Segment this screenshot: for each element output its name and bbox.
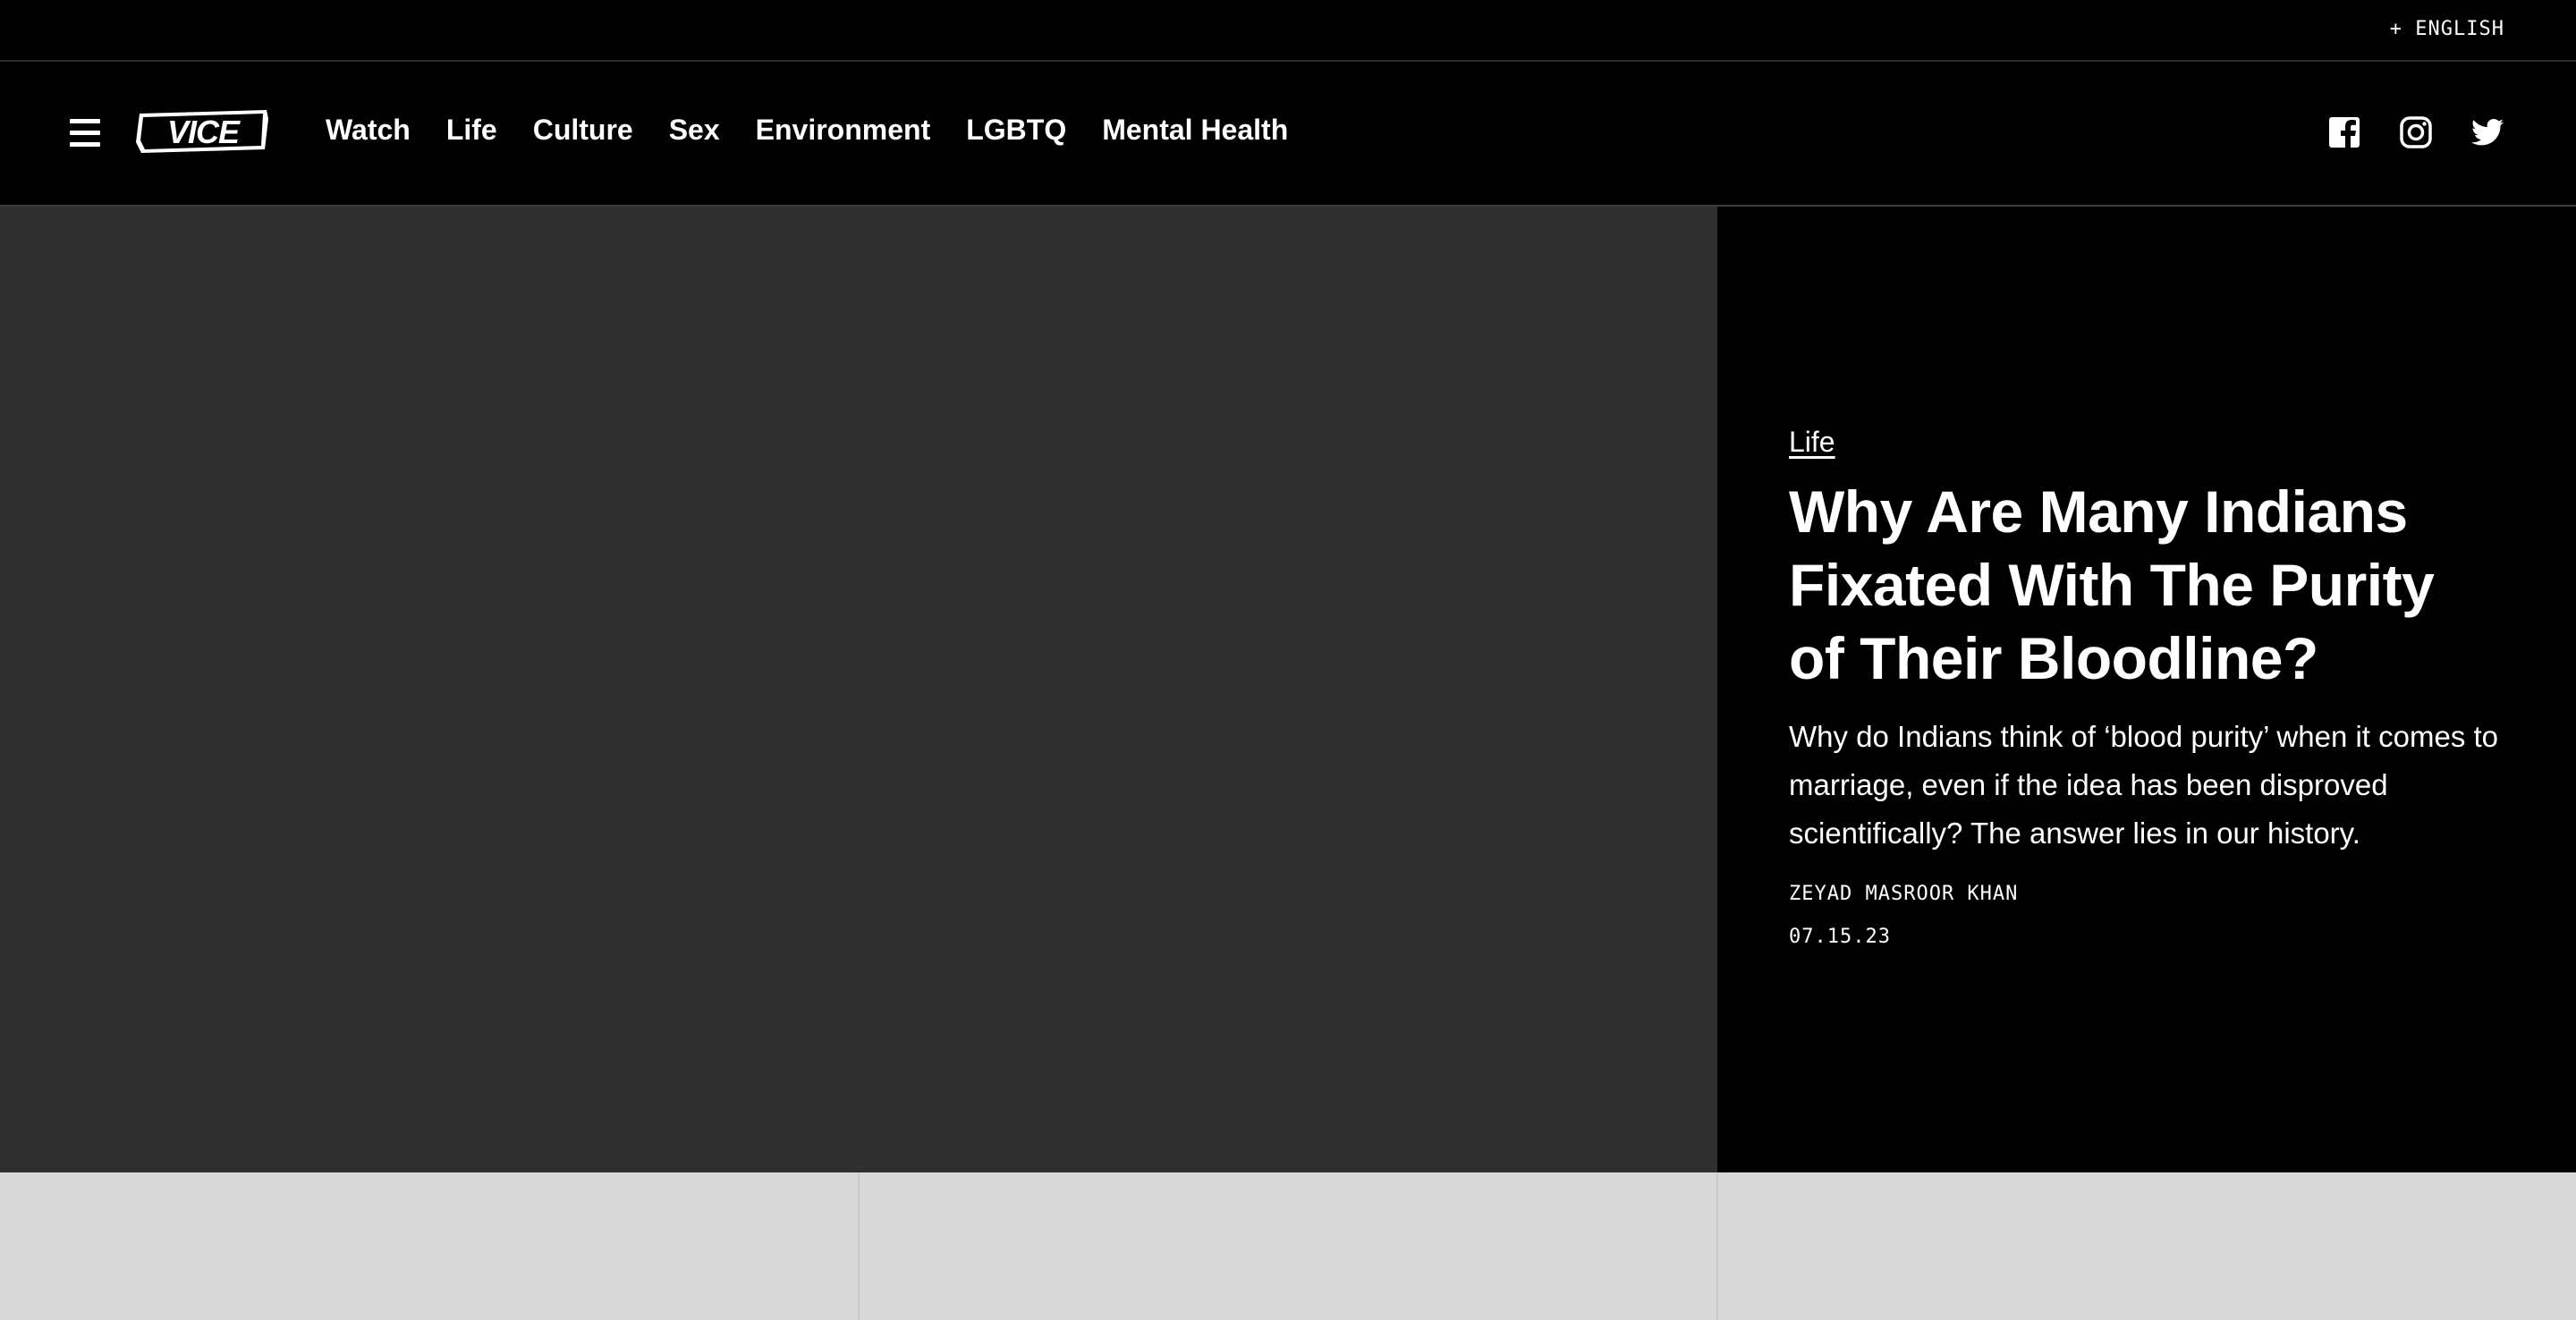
article-headline[interactable]: Why Are Many Indians Fixated With The Pu… xyxy=(1789,475,2504,695)
twitter-icon[interactable] xyxy=(2470,115,2504,149)
nav-item-watch[interactable]: Watch xyxy=(326,112,411,148)
hero-text-panel: Life Why Are Many Indians Fixated With T… xyxy=(1717,207,2576,1172)
article-card-row xyxy=(0,1172,2576,1320)
nav-item-culture[interactable]: Culture xyxy=(533,112,633,148)
facebook-icon[interactable] xyxy=(2327,115,2361,149)
language-bar: + ENGLISH xyxy=(0,0,2576,62)
nav-item-lgbtq[interactable]: LGBTQ xyxy=(966,112,1066,148)
article-card-image[interactable] xyxy=(859,1172,1719,1320)
svg-text:VICE: VICE xyxy=(167,114,241,150)
language-selector[interactable]: + ENGLISH xyxy=(2390,18,2504,40)
hamburger-menu-icon[interactable] xyxy=(70,119,100,148)
article-category-link[interactable]: Life xyxy=(1789,426,1835,459)
nav-item-sex[interactable]: Sex xyxy=(669,112,720,148)
article-card-image[interactable] xyxy=(0,1172,860,1320)
instagram-icon[interactable] xyxy=(2399,115,2433,149)
vice-logo[interactable]: VICE xyxy=(134,106,272,157)
hero-image[interactable] xyxy=(0,207,1717,1172)
nav-item-life[interactable]: Life xyxy=(446,112,497,148)
nav-item-mental-health[interactable]: Mental Health xyxy=(1102,112,1288,148)
article-dek: Why do Indians think of ‘blood purity’ w… xyxy=(1789,720,2499,850)
article-date: 07.15.23 xyxy=(1789,926,1891,948)
article-author[interactable]: ZEYAD MASROOR KHAN xyxy=(1789,883,2018,905)
social-links xyxy=(2290,115,2504,149)
article-card-image[interactable] xyxy=(1718,1172,2576,1320)
nav-item-environment[interactable]: Environment xyxy=(756,112,931,148)
nav-links: Watch Life Culture Sex Environment LGBTQ… xyxy=(326,112,1324,148)
main-nav: VICE Watch Life Culture Sex Environment … xyxy=(0,62,2576,207)
